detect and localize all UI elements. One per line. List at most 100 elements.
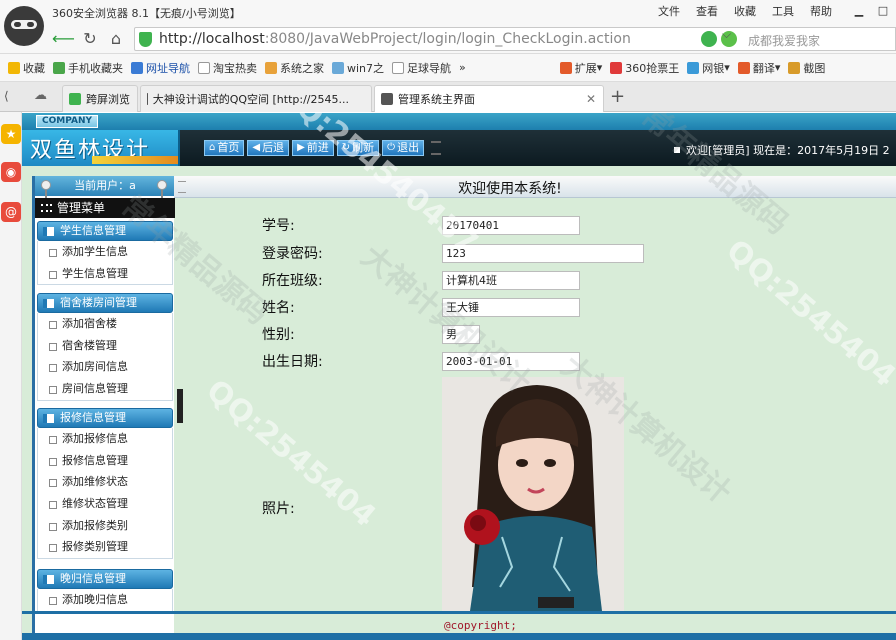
menu-tools[interactable]: 工具 xyxy=(772,3,794,19)
star-icon[interactable]: ★ xyxy=(1,124,21,144)
fav-label: 淘宝热卖 xyxy=(213,61,257,75)
menu-help[interactable]: 帮助 xyxy=(810,3,832,19)
fav-label: win7之 xyxy=(347,61,385,75)
menu-item-add-late-return[interactable]: 添加晚归信息 xyxy=(38,589,172,611)
home-page-icon[interactable]: ⌂ xyxy=(106,30,126,50)
fav-label: 翻译 xyxy=(752,61,775,75)
menu-favorites[interactable]: 收藏 xyxy=(734,3,756,19)
group-title: 报修信息管理 xyxy=(60,411,126,424)
menu-item-manage-repair-status[interactable]: 维修状态管理 xyxy=(38,493,172,515)
fav-bank[interactable]: 网银 ▾ xyxy=(687,60,730,76)
menu-title-label: 管理菜单 xyxy=(57,201,106,215)
fav-win7[interactable]: win7之 xyxy=(332,60,384,76)
search-input[interactable]: 成都我爱我家 xyxy=(742,27,896,51)
fav-label: 截图 xyxy=(803,61,826,75)
copyright: @copyright; xyxy=(444,619,517,632)
fav-football[interactable]: 足球导航 xyxy=(392,60,451,76)
chevron-down-icon[interactable]: ⌵ xyxy=(722,27,731,42)
menu-group-students: 学生信息管理 添加学生信息 学生信息管理 xyxy=(37,221,173,286)
page-icon xyxy=(392,61,405,74)
fav-extensions[interactable]: 扩展 ▾ xyxy=(559,60,602,76)
menu-item-manage-repair-types[interactable]: 报修类别管理 xyxy=(38,536,172,558)
reload-icon[interactable]: ↻ xyxy=(80,30,100,50)
page-header: 双鱼林设计 ⌂ 首页 ◀ 后退 ▶ 前进 ↻ 刷新 ⏻ 退出 欢迎[管理员] 现在是：20… xyxy=(22,130,896,166)
menu-group-dormitory: 宿舍楼房间管理 添加宿舍楼 宿舍楼管理 添加房间信息 房间信息管理 xyxy=(37,293,173,401)
nav-home-button[interactable]: ⌂ 首页 xyxy=(204,140,245,156)
weibo-icon[interactable]: ◉ xyxy=(1,162,21,182)
pin-icon xyxy=(157,180,167,202)
group-header[interactable]: 宿舍楼房间管理 xyxy=(37,293,173,313)
menu-grid-icon xyxy=(41,204,52,212)
menu-item-add-student[interactable]: 添加学生信息 xyxy=(38,241,172,263)
brand-underline xyxy=(92,156,178,164)
menu-file[interactable]: 文件 xyxy=(658,3,680,19)
menu-item-manage-repairs[interactable]: 报修信息管理 xyxy=(38,450,172,472)
cloud-icon[interactable]: ☁ xyxy=(34,88,47,103)
fav-mobile[interactable]: 手机收藏夹 xyxy=(53,60,123,76)
group-header[interactable]: 学生信息管理 xyxy=(37,221,173,241)
nav-logout-button[interactable]: ⏻ 退出 xyxy=(382,140,425,156)
menu-item-add-repair[interactable]: 添加报修信息 xyxy=(38,428,172,450)
menu-view[interactable]: 查看 xyxy=(696,3,718,19)
nav-label: 退出 xyxy=(397,141,420,154)
fav-xitong[interactable]: 系统之家 xyxy=(265,60,324,76)
phone-icon xyxy=(53,61,65,74)
star-icon xyxy=(8,61,20,74)
fav-label: 足球导航 xyxy=(407,61,452,75)
maximize-icon[interactable]: □ xyxy=(872,3,894,19)
tab-label: 跨屏浏览 xyxy=(86,93,130,106)
class-value: 计算机4班 xyxy=(442,271,580,290)
mail-icon[interactable]: @ xyxy=(1,202,21,222)
nav-forward-button[interactable]: ▶ 前进 xyxy=(292,140,334,156)
photo-label: 照片: xyxy=(262,501,295,517)
folder-icon xyxy=(43,227,54,236)
birth-value: 2003-01-01 xyxy=(442,352,580,371)
menu-item-manage-building[interactable]: 宿舍楼管理 xyxy=(38,335,172,357)
class-label: 所在班级: xyxy=(262,273,323,289)
tab-qq-space[interactable]: 大神设计调试的QQ空间 [http://2545... xyxy=(140,85,372,112)
close-icon[interactable]: ✕ xyxy=(586,92,596,106)
fav-screenshot[interactable]: 截图 xyxy=(788,60,825,76)
new-tab-button[interactable]: + xyxy=(610,86,625,107)
group-header[interactable]: 报修信息管理 xyxy=(37,408,173,428)
tab-scroll-left-icon[interactable]: ⟨ xyxy=(4,89,9,103)
web-page: COMPANY 双鱼林设计 ⌂ 首页 ◀ 后退 ▶ 前进 ↻ 刷新 ⏻ 退出 欢迎[管理员… xyxy=(22,113,896,640)
fav-translate[interactable]: 翻译 ▾ xyxy=(737,60,780,76)
ticket-icon xyxy=(610,61,623,74)
fav-nav[interactable]: 网址导航 xyxy=(131,60,190,76)
address-input[interactable]: http://localhost:8080/JavaWebProject/log… xyxy=(134,27,744,51)
sidebar-toggle-handle[interactable] xyxy=(177,389,183,423)
tab-cross-screen[interactable]: 跨屏浏览 xyxy=(62,85,138,112)
fav-more[interactable]: » xyxy=(459,61,466,74)
browser-title: 360安全浏览器 8.1【无痕/小号浏览】 xyxy=(52,7,241,20)
nav-refresh-button[interactable]: ↻ 刷新 xyxy=(336,140,380,156)
back-arrow-icon[interactable]: ⟵ xyxy=(52,30,75,50)
minimize-icon[interactable]: ▁ xyxy=(848,3,870,19)
menu-group-repairs: 报修信息管理 添加报修信息 报修信息管理 添加维修状态 维修状态管理 添加报修类… xyxy=(37,408,173,560)
portrait-image xyxy=(442,377,624,611)
address-toolbar: ⟵ ↻ ⌂ http://localhost:8080/JavaWebProje… xyxy=(0,24,896,54)
fav-taobao[interactable]: 淘宝热卖 xyxy=(198,60,257,76)
nav-back-button[interactable]: ◀ 后退 xyxy=(247,140,290,156)
menu-item-add-repair-status[interactable]: 添加维修状态 xyxy=(38,471,172,493)
menu-item-manage-students[interactable]: 学生信息管理 xyxy=(38,263,172,285)
group-header[interactable]: 晚归信息管理 xyxy=(37,569,173,589)
pin-icon xyxy=(41,180,51,202)
fav-label: 扩展 xyxy=(574,61,597,75)
folder-icon xyxy=(43,299,54,308)
nav-label: 前进 xyxy=(306,141,329,154)
fav-bookmarks[interactable]: 收藏 xyxy=(8,60,45,76)
sidebar: 当前用户：a 管理菜单 学生信息管理 添加学生信息 学生信息管理 宿舍楼房间管理… xyxy=(32,176,175,640)
browser-logo-icon[interactable] xyxy=(4,6,44,46)
menu-item-add-repair-type[interactable]: 添加报修类别 xyxy=(38,515,172,537)
menu-item-manage-rooms[interactable]: 房间信息管理 xyxy=(38,378,172,400)
fav-tickets[interactable]: 360抢票王 xyxy=(610,60,679,76)
menu-item-add-room[interactable]: 添加房间信息 xyxy=(38,356,172,378)
fav-label: 手机收藏夹 xyxy=(68,61,123,75)
search-placeholder: 成都我爱我家 xyxy=(748,34,821,48)
menu-item-add-building[interactable]: 添加宿舍楼 xyxy=(38,313,172,335)
password-value: 123 xyxy=(442,244,644,263)
tab-admin-main[interactable]: 管理系统主界面 ✕ xyxy=(374,85,604,112)
grid-icon xyxy=(559,61,572,74)
speed-icon[interactable] xyxy=(701,31,717,47)
